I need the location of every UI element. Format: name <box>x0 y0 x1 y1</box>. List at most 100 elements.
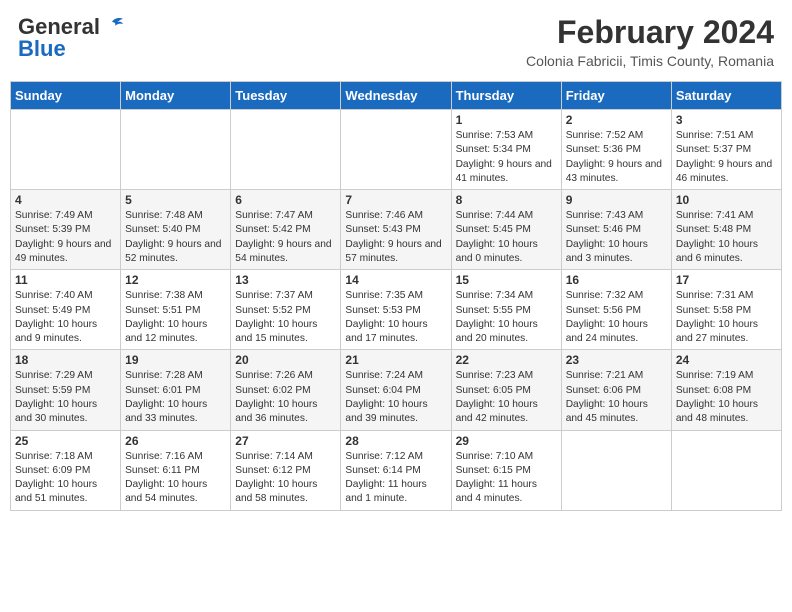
day-number: 5 <box>125 193 226 207</box>
day-info: Sunrise: 7:44 AM Sunset: 5:45 PM Dayligh… <box>456 209 557 266</box>
calendar-cell <box>561 430 671 510</box>
day-info: Sunrise: 7:31 AM Sunset: 5:58 PM Dayligh… <box>676 289 777 346</box>
calendar-cell <box>671 430 781 510</box>
day-info: Sunrise: 7:19 AM Sunset: 6:08 PM Dayligh… <box>676 369 777 426</box>
day-number: 23 <box>566 353 667 367</box>
day-of-week-header: Tuesday <box>231 82 341 110</box>
calendar-cell: 11 Sunrise: 7:40 AM Sunset: 5:49 PM Dayli… <box>11 270 121 350</box>
calendar-cell: 17Sunrise: 7:31 AM Sunset: 5:58 PM Dayli… <box>671 270 781 350</box>
calendar-cell: 13 Sunrise: 7:37 AM Sunset: 5:52 PM Dayli… <box>231 270 341 350</box>
subtitle: Colonia Fabricii, Timis County, Romania <box>526 53 774 69</box>
day-number: 3 <box>676 113 777 127</box>
calendar-cell: 15Sunrise: 7:34 AM Sunset: 5:55 PM Dayli… <box>451 270 561 350</box>
calendar-cell: 10Sunrise: 7:41 AM Sunset: 5:48 PM Dayli… <box>671 190 781 270</box>
calendar-cell: 21 Sunrise: 7:24 AM Sunset: 6:04 PM Dayli… <box>341 350 451 430</box>
day-of-week-header: Thursday <box>451 82 561 110</box>
day-info: Sunrise: 7:52 AM Sunset: 5:36 PM Dayligh… <box>566 129 667 186</box>
day-number: 12 <box>125 273 226 287</box>
calendar-cell <box>341 110 451 190</box>
day-info: Sunrise: 7:38 AM Sunset: 5:51 PM Dayligh… <box>125 289 226 346</box>
calendar-body: 1 Sunrise: 7:53 AM Sunset: 5:34 PM Daylig… <box>11 110 782 511</box>
calendar-cell: 29Sunrise: 7:10 AM Sunset: 6:15 PM Dayli… <box>451 430 561 510</box>
day-number: 11 <box>15 273 116 287</box>
calendar-cell: 8Sunrise: 7:44 AM Sunset: 5:45 PM Daylig… <box>451 190 561 270</box>
month-title: February 2024 <box>526 14 774 51</box>
calendar-cell: 22 Sunrise: 7:23 AM Sunset: 6:05 PM Dayli… <box>451 350 561 430</box>
day-of-week-header: Wednesday <box>341 82 451 110</box>
calendar-week-row: 18 Sunrise: 7:29 AM Sunset: 5:59 PM Dayli… <box>11 350 782 430</box>
day-info: Sunrise: 7:48 AM Sunset: 5:40 PM Dayligh… <box>125 209 226 266</box>
day-of-week-header: Friday <box>561 82 671 110</box>
day-info: Sunrise: 7:32 AM Sunset: 5:56 PM Dayligh… <box>566 289 667 346</box>
logo-bird-icon <box>102 16 124 34</box>
day-info: Sunrise: 7:16 AM Sunset: 6:11 PM Dayligh… <box>125 450 226 507</box>
day-number: 9 <box>566 193 667 207</box>
day-number: 19 <box>125 353 226 367</box>
day-info: Sunrise: 7:23 AM Sunset: 6:05 PM Dayligh… <box>456 369 557 426</box>
day-number: 26 <box>125 434 226 448</box>
calendar-cell: 9Sunrise: 7:43 AM Sunset: 5:46 PM Daylig… <box>561 190 671 270</box>
day-info: Sunrise: 7:53 AM Sunset: 5:34 PM Dayligh… <box>456 129 557 186</box>
calendar-week-row: 25 Sunrise: 7:18 AM Sunset: 6:09 PM Dayli… <box>11 430 782 510</box>
day-number: 21 <box>345 353 446 367</box>
day-number: 4 <box>15 193 116 207</box>
day-number: 28 <box>345 434 446 448</box>
calendar-cell: 7Sunrise: 7:46 AM Sunset: 5:43 PM Daylig… <box>341 190 451 270</box>
header: General Blue February 2024 Colonia Fabri… <box>10 10 782 73</box>
day-info: Sunrise: 7:35 AM Sunset: 5:53 PM Dayligh… <box>345 289 446 346</box>
day-number: 13 <box>235 273 336 287</box>
day-info: Sunrise: 7:34 AM Sunset: 5:55 PM Dayligh… <box>456 289 557 346</box>
logo-blue-text: Blue <box>18 36 66 62</box>
day-info: Sunrise: 7:28 AM Sunset: 6:01 PM Dayligh… <box>125 369 226 426</box>
day-info: Sunrise: 7:49 AM Sunset: 5:39 PM Dayligh… <box>15 209 116 266</box>
calendar: SundayMondayTuesdayWednesdayThursdayFrid… <box>10 81 782 511</box>
day-info: Sunrise: 7:10 AM Sunset: 6:15 PM Dayligh… <box>456 450 557 507</box>
calendar-week-row: 11 Sunrise: 7:40 AM Sunset: 5:49 PM Dayli… <box>11 270 782 350</box>
day-number: 18 <box>15 353 116 367</box>
calendar-cell: 20 Sunrise: 7:26 AM Sunset: 6:02 PM Dayli… <box>231 350 341 430</box>
day-number: 14 <box>345 273 446 287</box>
day-number: 20 <box>235 353 336 367</box>
calendar-cell: 26 Sunrise: 7:16 AM Sunset: 6:11 PM Dayli… <box>121 430 231 510</box>
day-info: Sunrise: 7:41 AM Sunset: 5:48 PM Dayligh… <box>676 209 777 266</box>
day-of-week-header: Sunday <box>11 82 121 110</box>
calendar-cell: 14 Sunrise: 7:35 AM Sunset: 5:53 PM Dayli… <box>341 270 451 350</box>
day-number: 1 <box>456 113 557 127</box>
day-info: Sunrise: 7:14 AM Sunset: 6:12 PM Dayligh… <box>235 450 336 507</box>
day-info: Sunrise: 7:37 AM Sunset: 5:52 PM Dayligh… <box>235 289 336 346</box>
day-info: Sunrise: 7:12 AM Sunset: 6:14 PM Dayligh… <box>345 450 446 507</box>
day-number: 22 <box>456 353 557 367</box>
day-number: 2 <box>566 113 667 127</box>
calendar-cell: 28 Sunrise: 7:12 AM Sunset: 6:14 PM Dayli… <box>341 430 451 510</box>
day-of-week-header: Saturday <box>671 82 781 110</box>
day-info: Sunrise: 7:47 AM Sunset: 5:42 PM Dayligh… <box>235 209 336 266</box>
calendar-cell: 18 Sunrise: 7:29 AM Sunset: 5:59 PM Dayli… <box>11 350 121 430</box>
day-info: Sunrise: 7:26 AM Sunset: 6:02 PM Dayligh… <box>235 369 336 426</box>
calendar-cell: 27Sunrise: 7:14 AM Sunset: 6:12 PM Dayli… <box>231 430 341 510</box>
day-info: Sunrise: 7:18 AM Sunset: 6:09 PM Dayligh… <box>15 450 116 507</box>
calendar-cell: 6 Sunrise: 7:47 AM Sunset: 5:42 PM Daylig… <box>231 190 341 270</box>
calendar-cell: 2 Sunrise: 7:52 AM Sunset: 5:36 PM Daylig… <box>561 110 671 190</box>
day-info: Sunrise: 7:29 AM Sunset: 5:59 PM Dayligh… <box>15 369 116 426</box>
calendar-cell: 23Sunrise: 7:21 AM Sunset: 6:06 PM Dayli… <box>561 350 671 430</box>
calendar-week-row: 1 Sunrise: 7:53 AM Sunset: 5:34 PM Daylig… <box>11 110 782 190</box>
day-number: 6 <box>235 193 336 207</box>
calendar-header-row: SundayMondayTuesdayWednesdayThursdayFrid… <box>11 82 782 110</box>
calendar-cell: 4 Sunrise: 7:49 AM Sunset: 5:39 PM Daylig… <box>11 190 121 270</box>
calendar-cell: 5 Sunrise: 7:48 AM Sunset: 5:40 PM Daylig… <box>121 190 231 270</box>
day-of-week-header: Monday <box>121 82 231 110</box>
day-info: Sunrise: 7:46 AM Sunset: 5:43 PM Dayligh… <box>345 209 446 266</box>
calendar-cell: 24Sunrise: 7:19 AM Sunset: 6:08 PM Dayli… <box>671 350 781 430</box>
calendar-cell: 1 Sunrise: 7:53 AM Sunset: 5:34 PM Daylig… <box>451 110 561 190</box>
calendar-cell <box>231 110 341 190</box>
calendar-cell: 3 Sunrise: 7:51 AM Sunset: 5:37 PM Daylig… <box>671 110 781 190</box>
day-info: Sunrise: 7:51 AM Sunset: 5:37 PM Dayligh… <box>676 129 777 186</box>
calendar-cell <box>121 110 231 190</box>
calendar-cell: 16 Sunrise: 7:32 AM Sunset: 5:56 PM Dayli… <box>561 270 671 350</box>
logo: General Blue <box>18 14 124 62</box>
day-number: 25 <box>15 434 116 448</box>
day-number: 16 <box>566 273 667 287</box>
day-info: Sunrise: 7:24 AM Sunset: 6:04 PM Dayligh… <box>345 369 446 426</box>
day-info: Sunrise: 7:40 AM Sunset: 5:49 PM Dayligh… <box>15 289 116 346</box>
calendar-cell <box>11 110 121 190</box>
